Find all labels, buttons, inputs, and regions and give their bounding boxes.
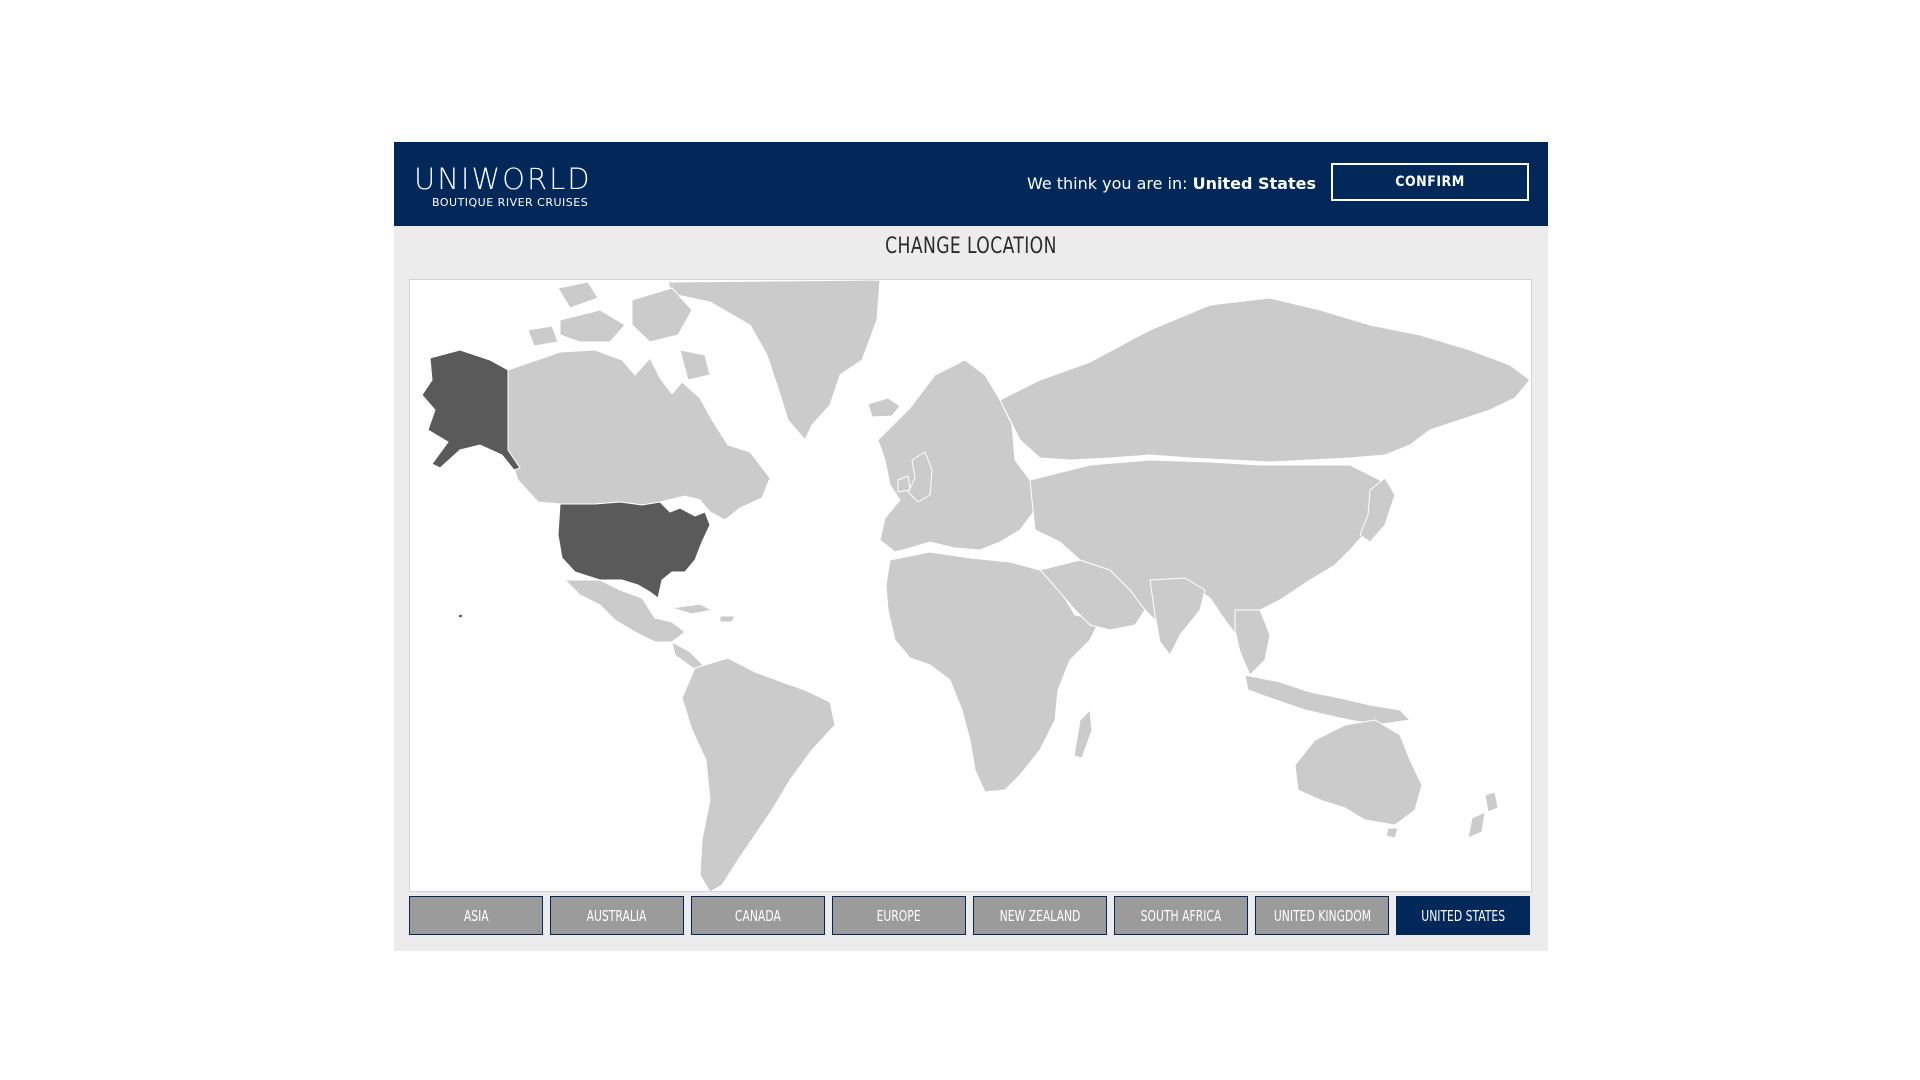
location-modal: UNIWORLD BOUTIQUE RIVER CRUISES We think… xyxy=(394,142,1548,951)
south-america-region xyxy=(681,657,836,891)
india-region xyxy=(1149,577,1206,656)
tasmania-region xyxy=(1385,827,1399,839)
country-label: UNITED KINGDOM xyxy=(1273,906,1371,925)
country-label: CANADA xyxy=(735,906,781,925)
country-button-europe[interactable]: EUROPE xyxy=(832,896,966,935)
mexico-region xyxy=(563,579,686,643)
hawaii-region xyxy=(457,613,464,619)
country-label: EUROPE xyxy=(876,906,922,925)
new-zealand-region xyxy=(1467,791,1499,839)
country-label: ASIA xyxy=(463,906,489,925)
canada-region xyxy=(507,349,771,521)
world-map-svg[interactable] xyxy=(410,280,1532,892)
modal-header: UNIWORLD BOUTIQUE RIVER CRUISES We think… xyxy=(394,142,1548,226)
caribbean-region xyxy=(671,603,736,623)
iceland-region xyxy=(867,397,901,418)
country-selector: ASIA AUSTRALIA CANADA EUROPE NEW ZEALAND… xyxy=(409,896,1535,935)
page-title: CHANGE LOCATION xyxy=(885,234,1057,259)
country-button-new-zealand[interactable]: NEW ZEALAND xyxy=(973,896,1107,935)
country-button-south-africa[interactable]: SOUTH AFRICA xyxy=(1114,896,1248,935)
detected-location: United States xyxy=(1192,174,1316,193)
southeast-asia-region xyxy=(1234,609,1271,676)
alaska-region xyxy=(421,349,521,471)
world-map[interactable] xyxy=(409,279,1532,892)
logo-tagline: BOUTIQUE RIVER CRUISES xyxy=(432,196,589,209)
confirm-button[interactable]: CONFIRM xyxy=(1331,163,1529,201)
australia-region xyxy=(1294,719,1423,826)
uniworld-logo: UNIWORLD BOUTIQUE RIVER CRUISES xyxy=(414,164,610,212)
detected-location-message: We think you are in: United States xyxy=(1027,172,1316,196)
russia-region xyxy=(999,297,1531,463)
europe-region xyxy=(877,359,1036,553)
country-button-united-states[interactable]: UNITED STATES xyxy=(1396,896,1530,935)
country-button-united-kingdom[interactable]: UNITED KINGDOM xyxy=(1255,896,1389,935)
logo-wordmark: UNIWORLD xyxy=(414,162,592,196)
country-button-australia[interactable]: AUSTRALIA xyxy=(550,896,684,935)
confirm-label: CONFIRM xyxy=(1395,174,1465,190)
country-label: UNITED STATES xyxy=(1421,906,1505,925)
country-button-asia[interactable]: ASIA xyxy=(409,896,543,935)
country-label: SOUTH AFRICA xyxy=(1140,906,1222,925)
country-label: NEW ZEALAND xyxy=(999,906,1081,925)
country-button-canada[interactable]: CANADA xyxy=(691,896,825,935)
country-label: AUSTRALIA xyxy=(587,906,647,925)
indonesia-region xyxy=(1244,674,1412,726)
location-prefix: We think you are in: xyxy=(1026,174,1193,193)
madagascar-region xyxy=(1073,708,1093,759)
